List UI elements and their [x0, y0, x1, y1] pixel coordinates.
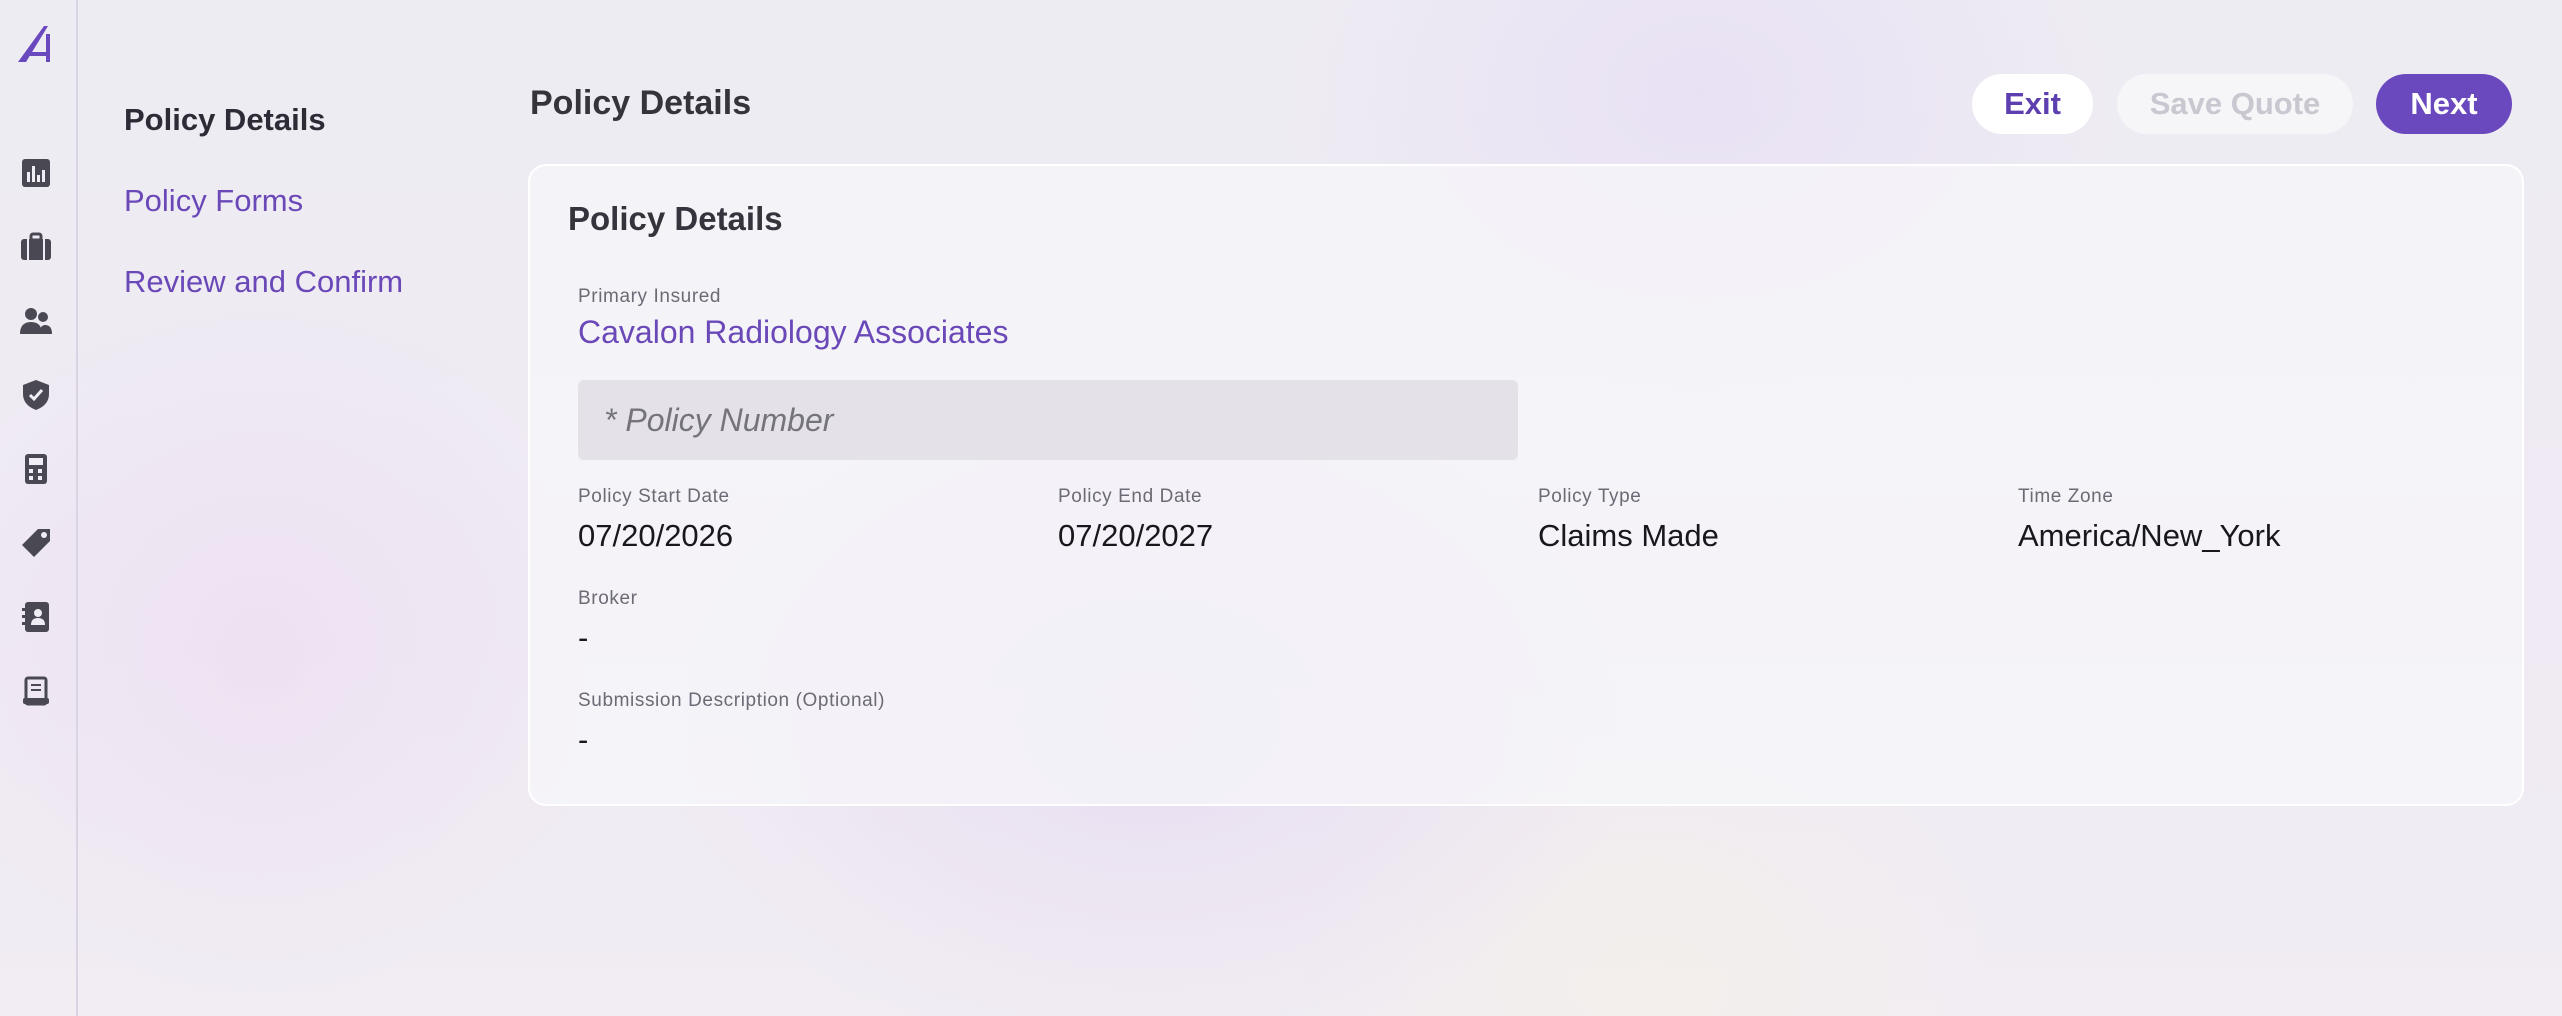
step-policy-details[interactable]: Policy Details — [124, 100, 403, 140]
submission-description-value: - — [578, 722, 589, 757]
primary-insured-link[interactable]: Cavalon Radiology Associates — [578, 314, 1008, 351]
policy-start-date-label: Policy Start Date — [578, 486, 730, 507]
calculator-icon[interactable] — [19, 452, 53, 486]
policy-number-input[interactable] — [578, 380, 1518, 460]
policy-type-value: Claims Made — [1538, 518, 1719, 553]
icon-rail — [0, 0, 78, 1016]
policy-end-date-value: 07/20/2027 — [1058, 518, 1214, 553]
policy-start-date-value: 07/20/2026 — [578, 518, 734, 553]
time-zone-label: Time Zone — [2018, 486, 2114, 507]
exit-button[interactable]: Exit — [1972, 74, 2093, 134]
policy-details-card: Policy Details Primary Insured Cavalon R… — [528, 164, 2524, 806]
step-review-and-confirm[interactable]: Review and Confirm — [124, 262, 403, 302]
step-navigation: Policy Details Policy Forms Review and C… — [124, 100, 403, 343]
primary-insured-label: Primary Insured — [578, 286, 722, 307]
policy-type-label: Policy Type — [1538, 486, 1642, 507]
users-icon[interactable] — [19, 304, 53, 338]
chart-icon[interactable] — [19, 156, 53, 190]
broker-label: Broker — [578, 588, 638, 609]
time-zone-value: America/New_York — [2018, 518, 2281, 553]
document-icon[interactable] — [19, 674, 53, 708]
submission-description-label: Submission Description (Optional) — [578, 690, 886, 711]
broker-value: - — [578, 620, 589, 655]
page-title: Policy Details — [530, 84, 752, 122]
contact-book-icon[interactable] — [19, 600, 53, 634]
shield-icon[interactable] — [19, 378, 53, 412]
policy-end-date-label: Policy End Date — [1058, 486, 1203, 507]
save-quote-button[interactable]: Save Quote — [2117, 74, 2353, 134]
card-title: Policy Details — [568, 200, 783, 237]
step-policy-forms[interactable]: Policy Forms — [124, 181, 403, 221]
tag-icon[interactable] — [19, 526, 53, 560]
logo-icon[interactable] — [16, 24, 56, 64]
next-button[interactable]: Next — [2376, 74, 2512, 134]
briefcase-icon[interactable] — [19, 230, 53, 264]
